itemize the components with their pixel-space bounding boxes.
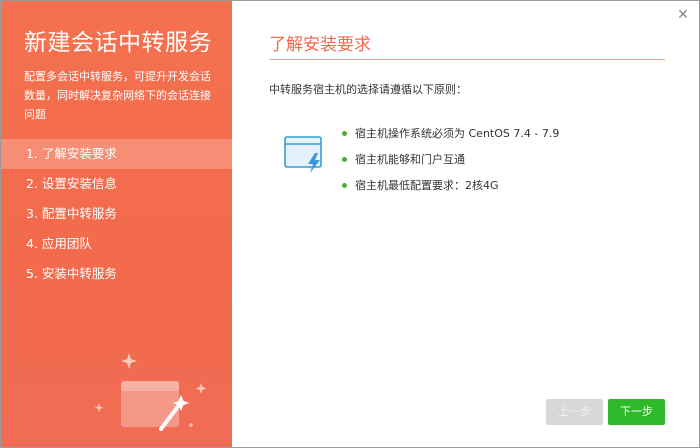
step-item-configure-relay[interactable]: 3. 配置中转服务	[1, 199, 232, 229]
bullet-icon	[342, 183, 347, 188]
section-divider	[269, 59, 665, 60]
requirement-connectivity: 宿主机能够和门户互通	[355, 153, 465, 166]
bullet-icon	[342, 157, 347, 162]
intro-text: 中转服务宿主机的选择请遵循以下原则：	[269, 83, 467, 96]
list-item: 宿主机最低配置要求：2核4G	[342, 177, 559, 203]
step-item-apply-team[interactable]: 4. 应用团队	[1, 229, 232, 259]
requirement-os: 宿主机操作系统必须为 CentOS 7.4 - 7.9	[355, 127, 560, 140]
dialog-window: 新建会话中转服务 配置多会话中转服务，可提升开发会话数量，同时解决复杂网络下的会…	[0, 0, 700, 448]
requirement-list: 宿主机操作系统必须为 CentOS 7.4 - 7.9 宿主机能够和门户互通 宿…	[342, 125, 559, 203]
step-item-install-relay[interactable]: 5. 安装中转服务	[1, 259, 232, 289]
section-title: 了解安装要求	[269, 35, 371, 55]
bullet-icon	[342, 131, 347, 136]
requirement-hardware: 宿主机最低配置要求：2核4G	[355, 179, 499, 192]
step-item-requirements[interactable]: 1. 了解安装要求	[1, 139, 232, 169]
step-item-install-info[interactable]: 2. 设置安装信息	[1, 169, 232, 199]
dialog-description: 配置多会话中转服务，可提升开发会话数量，同时解决复杂网络下的会话连接问题	[24, 70, 211, 121]
next-button[interactable]: 下一步	[608, 399, 665, 425]
magic-wand-window-icon	[94, 353, 207, 431]
sidebar: 新建会话中转服务 配置多会话中转服务，可提升开发会话数量，同时解决复杂网络下的会…	[1, 1, 232, 447]
step-list: 1. 了解安装要求 2. 设置安装信息 3. 配置中转服务 4. 应用团队 5.…	[1, 139, 232, 289]
dialog-title: 新建会话中转服务	[24, 30, 212, 56]
list-item: 宿主机操作系统必须为 CentOS 7.4 - 7.9	[342, 125, 559, 151]
prev-button[interactable]: 上一步	[546, 399, 603, 425]
browser-lightning-icon	[284, 136, 322, 173]
list-item: 宿主机能够和门户互通	[342, 151, 559, 177]
close-icon[interactable]: ✕	[675, 7, 691, 23]
main-content: ✕ 了解安装要求 中转服务宿主机的选择请遵循以下原则： 宿主机操作系统必须为 C…	[232, 1, 699, 447]
